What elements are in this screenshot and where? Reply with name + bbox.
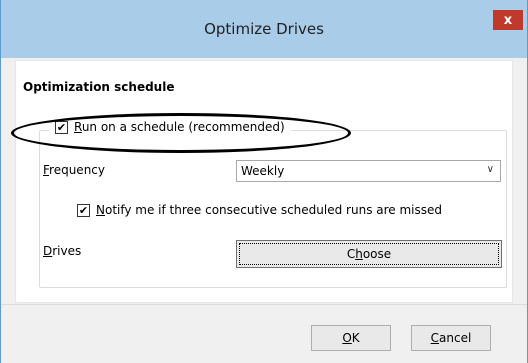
frequency-value: Weekly	[241, 164, 285, 178]
frequency-select[interactable]: Weekly ∨	[236, 160, 501, 182]
window-title: Optimize Drives	[204, 20, 324, 38]
notify-label: Notify me if three consecutive scheduled…	[96, 203, 443, 217]
title-bar[interactable]: Optimize Drives x	[1, 0, 527, 58]
notify-checkbox[interactable]: ✔	[77, 203, 90, 217]
run-on-schedule-label: Run on a schedule (recommended)	[74, 120, 285, 134]
close-button[interactable]: x	[493, 10, 523, 30]
cancel-button[interactable]: Cancel	[411, 325, 491, 351]
frequency-label: Frequency	[43, 163, 105, 177]
run-on-schedule-checkbox[interactable]: ✔	[55, 120, 68, 134]
close-icon: x	[503, 12, 513, 28]
run-on-schedule-checkbox-row[interactable]: ✔ Run on a schedule (recommended)	[49, 120, 291, 134]
choose-button[interactable]: Choose	[236, 240, 502, 268]
drives-label: Drives	[43, 244, 82, 258]
choose-button-label: Choose	[346, 247, 392, 261]
cancel-button-label: Cancel	[430, 331, 472, 345]
optimize-drives-window: Optimize Drives x Optimization schedule …	[0, 0, 528, 363]
ok-button-label: OK	[342, 331, 360, 345]
notify-checkbox-row[interactable]: ✔ Notify me if three consecutive schedul…	[77, 203, 442, 217]
ok-button[interactable]: OK	[311, 325, 391, 351]
section-title: Optimization schedule	[23, 80, 175, 94]
chevron-down-icon: ∨	[486, 164, 494, 175]
